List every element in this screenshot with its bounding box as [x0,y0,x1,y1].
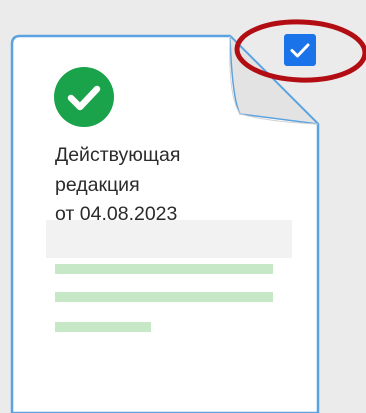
check-circle-icon [54,67,114,127]
document-card[interactable]: Действующая редакция от 04.08.2023 [0,0,366,413]
placeholder-line [55,264,273,274]
placeholder-line [55,292,273,302]
select-checkbox[interactable] [284,34,316,66]
document-title: Действующая редакция от 04.08.2023 [55,141,255,230]
document-title-line: редакция [55,173,140,196]
document-title-line: Действующая [55,144,181,166]
placeholder-line [55,322,151,332]
document-date: от 04.08.2023 [55,203,178,225]
